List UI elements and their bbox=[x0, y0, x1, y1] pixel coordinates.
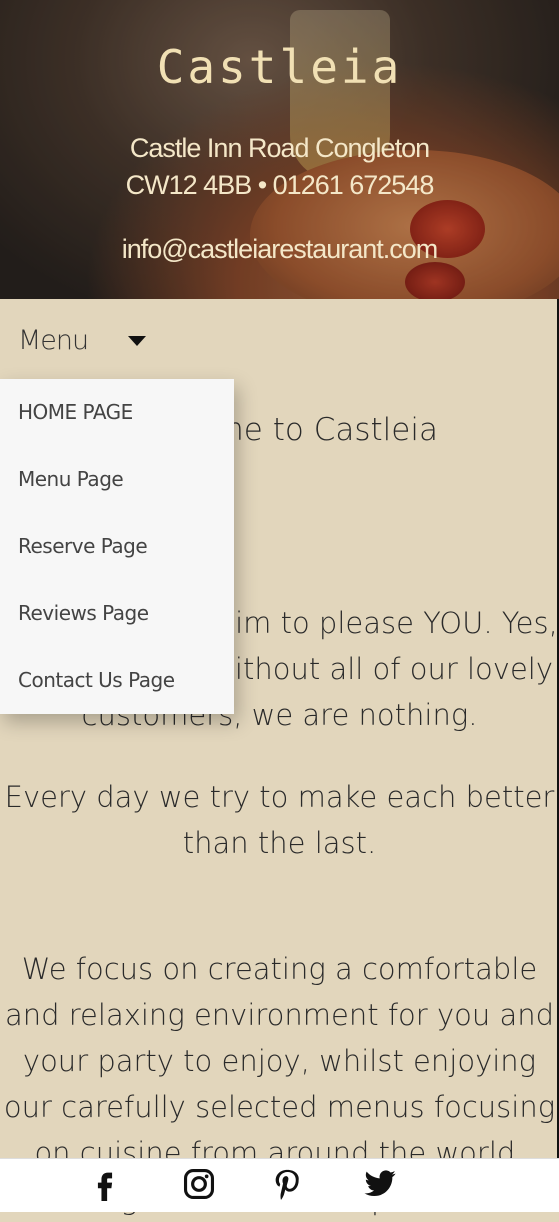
site-title: Castleia bbox=[156, 40, 403, 94]
twitter-icon[interactable] bbox=[363, 1167, 397, 1201]
daily-paragraph: Every day we try to make each better tha… bbox=[4, 780, 555, 860]
nav-item-contact[interactable]: Contact Us Page bbox=[0, 647, 234, 714]
menu-toggle-button[interactable]: Menu bbox=[18, 325, 89, 356]
instagram-icon[interactable] bbox=[182, 1167, 216, 1201]
nav-item-menu[interactable]: Menu Page bbox=[0, 446, 234, 513]
nav-item-reserve[interactable]: Reserve Page bbox=[0, 513, 234, 580]
address-phone-line: CW12 4BB • 01261 672548 bbox=[125, 170, 435, 200]
email-link[interactable]: info@castleiarestaurant.com bbox=[0, 234, 559, 265]
pinterest-icon[interactable] bbox=[270, 1167, 304, 1201]
nav-item-home[interactable]: HOME PAGE bbox=[0, 379, 234, 446]
nav-dropdown-menu: HOME PAGE Menu Page Reserve Page Reviews… bbox=[0, 379, 234, 714]
caret-down-icon[interactable] bbox=[128, 336, 146, 346]
facebook-icon[interactable] bbox=[88, 1167, 122, 1201]
address-line: Castle Inn Road Congleton bbox=[129, 133, 430, 163]
nav-item-reviews[interactable]: Reviews Page bbox=[0, 580, 234, 647]
social-bar bbox=[0, 1158, 559, 1212]
